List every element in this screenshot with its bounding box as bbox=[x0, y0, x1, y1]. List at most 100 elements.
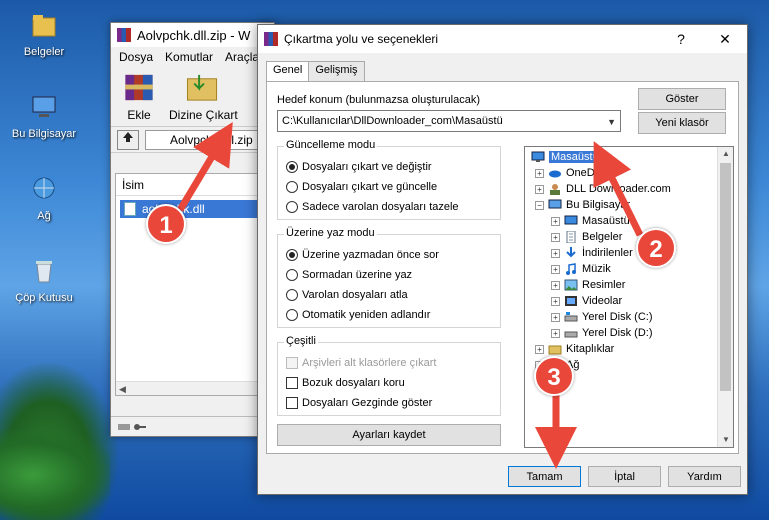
misc-option-keep-broken[interactable]: Bozuk dosyaları koru bbox=[286, 375, 405, 391]
overwrite-option-ask[interactable]: Üzerine yazmadan önce sor bbox=[286, 247, 439, 263]
up-folder-button[interactable] bbox=[117, 129, 139, 150]
desktop-icon-label: Çöp Kutusu bbox=[15, 292, 73, 304]
tree-node-libraries[interactable]: + Kitaplıklar bbox=[535, 341, 614, 357]
dialog-tabs: Genel Gelişmiş bbox=[266, 61, 365, 82]
tree-node-videos[interactable]: + Videolar bbox=[551, 293, 622, 309]
ok-button[interactable]: Tamam bbox=[508, 466, 581, 487]
option-label: Sadece varolan dosyaları tazele bbox=[302, 201, 459, 213]
update-option-update[interactable]: Dosyaları çıkart ve güncelle bbox=[286, 179, 437, 195]
new-folder-button[interactable]: Yeni klasör bbox=[638, 112, 726, 134]
tab-advanced[interactable]: Gelişmiş bbox=[308, 61, 365, 81]
radio[interactable] bbox=[286, 181, 298, 193]
radio-selected[interactable] bbox=[286, 161, 298, 173]
horizontal-scrollbar[interactable]: ◀ bbox=[116, 381, 269, 395]
expand-icon[interactable]: + bbox=[551, 312, 560, 322]
file-row[interactable]: aolvpchk.dll bbox=[120, 200, 265, 218]
videos-icon bbox=[565, 296, 577, 306]
drive-key-icon bbox=[118, 423, 146, 430]
radio-selected[interactable] bbox=[286, 249, 298, 261]
misc-option-show-explorer[interactable]: Dosyaları Gezginde göster bbox=[286, 395, 432, 411]
tree-scrollbar[interactable]: ▲ ▼ bbox=[717, 147, 733, 447]
checkbox[interactable] bbox=[286, 397, 298, 409]
expand-icon[interactable]: + bbox=[535, 184, 544, 194]
tree-node-user[interactable]: + DLL Downloader.com bbox=[535, 181, 671, 197]
checkbox-disabled bbox=[286, 357, 298, 369]
tab-general[interactable]: Genel bbox=[266, 61, 310, 82]
tree-node-onedrive[interactable]: + OneDrive bbox=[535, 165, 612, 181]
add-button[interactable]: Ekle bbox=[119, 71, 159, 122]
menu-file[interactable]: Dosya bbox=[119, 50, 153, 64]
winrar-statusbar bbox=[111, 416, 274, 436]
documents-icon bbox=[566, 231, 576, 243]
radio[interactable] bbox=[286, 289, 298, 301]
windows-drive-icon bbox=[564, 312, 578, 322]
update-option-replace[interactable]: Dosyaları çıkart ve değiştir bbox=[286, 159, 432, 175]
expand-icon[interactable]: + bbox=[551, 280, 560, 290]
desktop-icon-this-pc[interactable]: Bu Bilgisayar bbox=[4, 92, 84, 140]
libraries-icon bbox=[548, 345, 562, 355]
globe-icon bbox=[33, 177, 55, 199]
overwrite-option-no-ask[interactable]: Sormadan üzerine yaz bbox=[286, 267, 412, 283]
desktop-icon-network[interactable]: Ağ bbox=[4, 174, 84, 222]
desktop-icon-recycle-bin[interactable]: Çöp Kutusu bbox=[4, 256, 84, 304]
radio[interactable] bbox=[286, 309, 298, 321]
tree-node-label: Müzik bbox=[582, 263, 611, 275]
tree-node-desktop[interactable]: Masaüstü bbox=[531, 149, 601, 165]
winrar-toolbar: Ekle Dizine Çıkart bbox=[111, 67, 274, 127]
tree-node-pc-desktop[interactable]: + Masaüstü bbox=[551, 213, 630, 229]
user-icon bbox=[550, 184, 560, 195]
expand-icon[interactable]: + bbox=[551, 296, 560, 306]
desktop-icon-label: Belgeler bbox=[23, 46, 65, 58]
archive-path-field[interactable]: Aolvpchk.dll.zip bbox=[145, 129, 268, 150]
update-option-freshen[interactable]: Sadece varolan dosyaları tazele bbox=[286, 199, 459, 215]
extract-to-icon bbox=[187, 74, 218, 101]
tree-node-documents[interactable]: + Belgeler bbox=[551, 229, 622, 245]
menu-tools[interactable]: Araçla bbox=[225, 50, 259, 64]
misc-title: Çeşitli bbox=[284, 335, 318, 347]
collapse-icon[interactable]: − bbox=[535, 200, 544, 210]
checkbox[interactable] bbox=[286, 377, 298, 389]
scroll-down-icon[interactable]: ▼ bbox=[718, 433, 733, 447]
desktop-icon bbox=[564, 215, 578, 225]
radio[interactable] bbox=[286, 269, 298, 281]
misc-group: Çeşitli Arşivleri alt klasörlere çıkart … bbox=[277, 335, 501, 416]
dialog-titlebar[interactable]: Çıkartma yolu ve seçenekleri ? ✕ bbox=[258, 25, 747, 53]
extract-to-button[interactable]: Dizine Çıkart bbox=[169, 71, 238, 122]
cancel-button[interactable]: İptal bbox=[588, 466, 661, 487]
expand-icon[interactable]: + bbox=[535, 168, 544, 178]
close-button[interactable]: ✕ bbox=[703, 25, 747, 53]
expand-icon[interactable]: + bbox=[551, 328, 560, 338]
winrar-titlebar[interactable]: Aolvpchk.dll.zip - W bbox=[111, 23, 274, 47]
help-title-button[interactable]: ? bbox=[659, 25, 703, 53]
tree-node-drive-c[interactable]: + Yerel Disk (C:) bbox=[551, 309, 653, 325]
column-name-header[interactable]: İsim bbox=[116, 174, 269, 196]
radio[interactable] bbox=[286, 201, 298, 213]
desktop-icon bbox=[531, 151, 545, 162]
option-label: Üzerine yazmadan önce sor bbox=[302, 249, 439, 261]
save-settings-button[interactable]: Ayarları kaydet bbox=[277, 424, 501, 446]
pictures-icon bbox=[564, 279, 578, 291]
update-mode-title: Güncelleme modu bbox=[284, 139, 378, 151]
tree-node-label: OneDrive bbox=[566, 167, 613, 179]
desktop-icon-documents[interactable]: Belgeler bbox=[4, 10, 84, 58]
expand-icon[interactable]: + bbox=[551, 264, 560, 274]
tree-node-this-pc[interactable]: − Bu Bilgisayar bbox=[535, 197, 630, 213]
expand-icon[interactable]: + bbox=[535, 344, 544, 354]
expand-icon[interactable]: + bbox=[551, 232, 560, 242]
scroll-thumb[interactable] bbox=[720, 163, 731, 391]
tree-node-drive-d[interactable]: + Yerel Disk (D:) bbox=[551, 325, 653, 341]
expand-icon[interactable]: + bbox=[551, 248, 560, 258]
overwrite-option-skip[interactable]: Varolan dosyaları atla bbox=[286, 287, 408, 303]
overwrite-option-rename[interactable]: Otomatik yeniden adlandır bbox=[286, 307, 430, 323]
expand-icon[interactable]: + bbox=[551, 216, 560, 226]
tree-node-label: Bu Bilgisayar bbox=[566, 199, 631, 211]
help-button[interactable]: Yardım bbox=[668, 466, 741, 487]
general-panel: Hedef konum (bulunmazsa oluşturulacak) C… bbox=[266, 81, 739, 454]
destination-path-combo[interactable]: C:\Kullanıcılar\DllDownloader_com\Masaüs… bbox=[277, 110, 621, 132]
tree-node-downloads[interactable]: + İndirilenler bbox=[551, 245, 633, 261]
show-button[interactable]: Göster bbox=[638, 88, 726, 110]
tree-node-pictures[interactable]: + Resimler bbox=[551, 277, 625, 293]
menu-commands[interactable]: Komutlar bbox=[165, 50, 213, 64]
tree-node-music[interactable]: + Müzik bbox=[551, 261, 611, 277]
scroll-up-icon[interactable]: ▲ bbox=[718, 147, 733, 161]
